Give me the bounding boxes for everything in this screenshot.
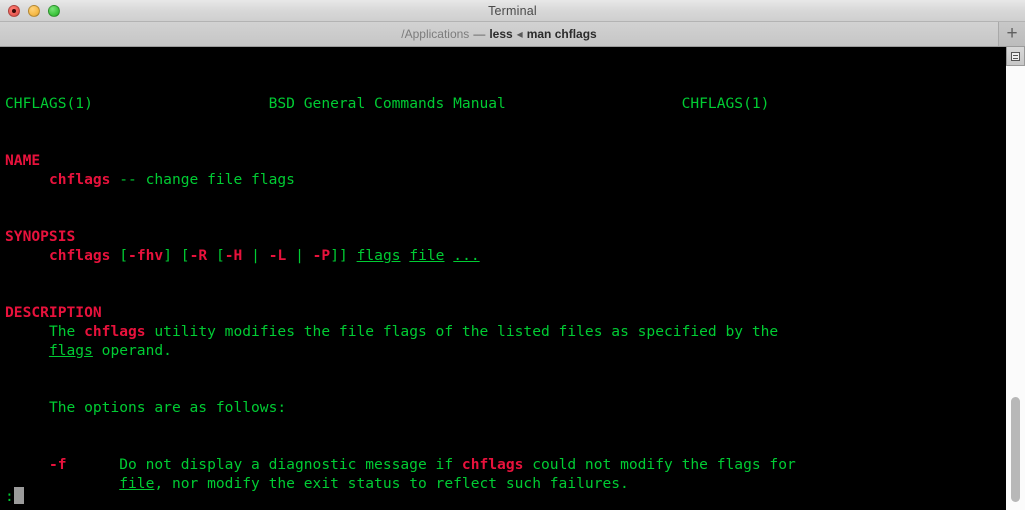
tab-path-label: /Applications: [401, 27, 470, 41]
tab-bar: /Applications — less ◂ man chflags +: [0, 22, 1025, 47]
traffic-light-group: [8, 4, 60, 17]
maximize-window-button[interactable]: [48, 4, 60, 17]
less-prompt-line: :: [5, 487, 24, 506]
name-section-line: chflags -- change file flags: [5, 171, 295, 188]
synopsis-pipe-1: |: [242, 247, 269, 264]
desc-text-c: operand.: [92, 342, 172, 359]
text-cursor: [13, 487, 24, 504]
description-line-2: flags operand.: [5, 342, 172, 359]
synopsis-flag-L: -L: [268, 247, 287, 264]
synopsis-bracket-close-2: ]]: [330, 247, 348, 264]
section-heading-name: NAME: [5, 152, 41, 169]
synopsis-line: chflags [-fhv] [-R [-H | -L | -P]] flags…: [5, 247, 480, 264]
synopsis-pipe-2: |: [286, 247, 313, 264]
desc-command: chflags: [84, 323, 146, 340]
section-heading-synopsis: SYNOPSIS: [5, 228, 76, 245]
spacer-line: [5, 493, 1005, 510]
synopsis-command: chflags: [48, 247, 111, 264]
synopsis-bracket-close-1: ]: [163, 247, 172, 264]
section-heading-description: DESCRIPTION: [5, 304, 102, 321]
spacer-line: [5, 265, 1005, 284]
terminal-screen[interactable]: CHFLAGS(1) BSD General Commands Manual C…: [0, 47, 1005, 510]
spacer-line: [5, 417, 1005, 436]
synopsis-flag-P: -P: [312, 247, 331, 264]
desc-text-b: utility modifies the file flags of the l…: [145, 323, 779, 340]
scrollbar-thumb[interactable]: [1011, 397, 1020, 502]
option-f-line-1: -f Do not display a diagnostic message i…: [5, 456, 796, 473]
tab-program-label: less: [489, 27, 513, 41]
option-f-arg-file: file: [119, 475, 155, 492]
options-intro-line: The options are as follows:: [5, 399, 286, 416]
man-page-content: CHFLAGS(1) BSD General Commands Manual C…: [5, 56, 1005, 510]
spacer-line: [5, 189, 1005, 208]
terminal-body: CHFLAGS(1) BSD General Commands Manual C…: [0, 47, 1025, 510]
synopsis-arg-flags: flags: [356, 247, 401, 264]
desc-text-a: The: [48, 323, 85, 340]
terminal-window: Terminal /Applications — less ◂ man chfl…: [0, 0, 1025, 510]
description-line-1: The chflags utility modifies the file fl…: [5, 323, 778, 340]
options-intro-text: The options are as follows:: [48, 399, 287, 416]
scrollbar-track[interactable]: [1006, 67, 1025, 510]
synopsis-arg-file: file: [409, 247, 445, 264]
man-header-center: BSD General Commands Manual: [268, 95, 506, 112]
name-command: chflags: [48, 171, 111, 188]
desc-arg-flags: flags: [48, 342, 93, 359]
man-header-left: CHFLAGS(1): [5, 95, 93, 112]
tab-command-label: man chflags: [526, 27, 597, 41]
scrollbar-gutter: [1005, 47, 1025, 510]
window-titlebar: Terminal: [0, 0, 1025, 22]
tab-active-session[interactable]: /Applications — less ◂ man chflags: [0, 22, 999, 46]
synopsis-bracket-open-1: [: [119, 247, 129, 264]
tab-separator-icon: ◂: [516, 27, 523, 41]
spacer-line: [5, 113, 1005, 132]
spacer-line: [5, 360, 1005, 379]
option-f-command: chflags: [461, 456, 524, 473]
option-f-text-b: could not modify the flags for: [523, 456, 796, 473]
tab-dash: —: [473, 27, 486, 41]
synopsis-arg-ellipsis: ...: [453, 247, 480, 264]
option-f-text-c: , nor modify the exit status to reflect …: [154, 475, 629, 492]
synopsis-flag-fhv: -fhv: [128, 247, 164, 264]
name-description: -- change file flags: [110, 171, 295, 188]
man-header-right: CHFLAGS(1): [681, 95, 770, 112]
window-title: Terminal: [488, 3, 537, 18]
option-f-text-a: Do not display a diagnostic message if: [119, 456, 462, 473]
new-tab-button[interactable]: +: [999, 22, 1025, 46]
man-header-line: CHFLAGS(1) BSD General Commands Manual C…: [5, 95, 769, 112]
option-f-line-2: file, nor modify the exit status to refl…: [5, 475, 629, 492]
list-menu-icon[interactable]: [1006, 47, 1025, 66]
synopsis-flag-R: -R: [189, 247, 208, 264]
close-window-button[interactable]: [8, 4, 20, 17]
synopsis-flag-H: -H: [224, 247, 243, 264]
minimize-window-button[interactable]: [28, 4, 40, 17]
synopsis-bracket-open-2: [: [180, 247, 190, 264]
less-prompt-colon: :: [5, 488, 14, 505]
synopsis-bracket-open-3: [: [215, 247, 225, 264]
option-flag-f: -f: [48, 456, 67, 473]
